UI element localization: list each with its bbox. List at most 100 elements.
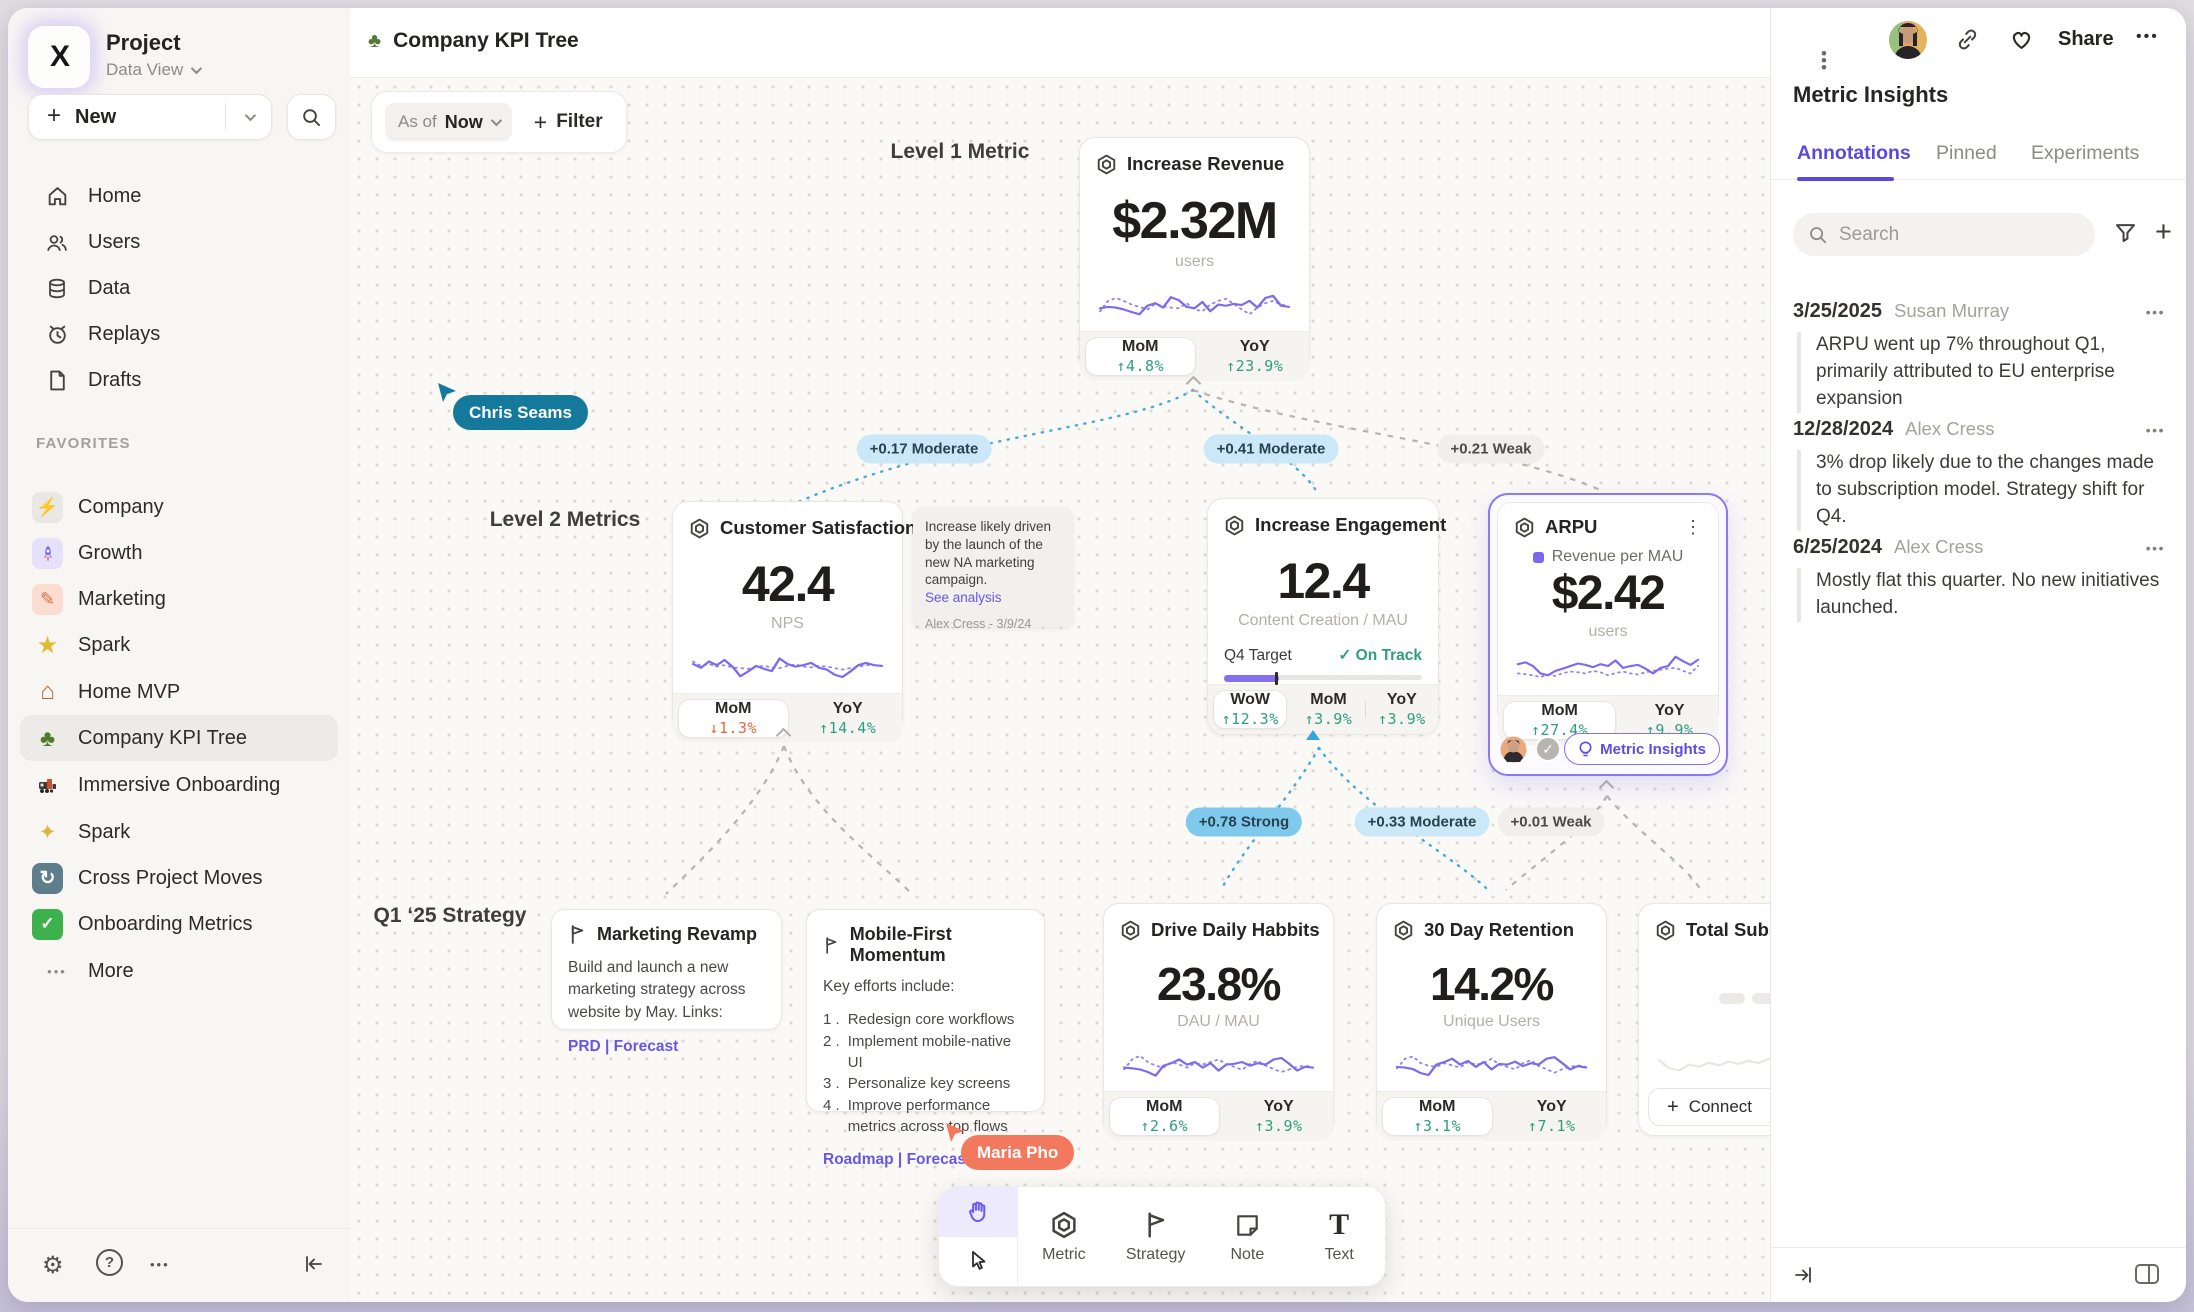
hand-tool-button[interactable] [939, 1187, 1017, 1237]
as-of-dropdown[interactable]: As of Now [385, 103, 512, 141]
sparkline [1514, 645, 1702, 689]
metric-unit: DAU / MAU [1104, 1013, 1333, 1031]
sidebar-item-marketing[interactable]: ✎ Marketing [20, 576, 338, 622]
connection-label[interactable]: +0.21 Weak [1437, 435, 1544, 464]
panel-bottom-bar [1771, 1247, 2186, 1302]
metric-card-30-day-retention[interactable]: 30 Day Retention 14.2% Unique Users MoM↑… [1376, 903, 1607, 1136]
metric-hexagon-icon [1514, 517, 1535, 538]
metric-insights-panel: ••• Metric Insights Annotations Pinned E… [1770, 8, 2186, 1302]
metric-card-arpu-selected[interactable]: ARPU ⋮ Revenue per MAU $2.42 users MoM↑2… [1488, 493, 1728, 776]
note-tool-button[interactable]: Note [1202, 1187, 1294, 1286]
connection-label[interactable]: +0.33 Moderate [1355, 808, 1490, 837]
metric-hexagon-icon [1120, 920, 1141, 941]
strategy-card-mobile-first[interactable]: Mobile-First Momentum Key efforts includ… [806, 909, 1045, 1112]
select-tool-button[interactable] [939, 1237, 1017, 1287]
settings-gear-icon[interactable]: ⚙ [42, 1251, 64, 1280]
card-title: Total Subscriptions [1686, 919, 1770, 941]
metric-card-drive-daily-habbits[interactable]: Drive Daily Habbits 23.8% DAU / MAU MoM↑… [1103, 903, 1334, 1136]
metric-card-increase-engagement[interactable]: Increase Engagement 12.4 Content Creatio… [1207, 498, 1439, 735]
filter-label: Filter [556, 111, 602, 133]
note-link[interactable]: See analysis [925, 590, 1061, 605]
search-icon [1808, 225, 1828, 245]
sidebar-item-users[interactable]: Users [20, 219, 338, 265]
search-input[interactable] [1839, 224, 2059, 246]
annotations-search[interactable] [1793, 213, 2095, 256]
metric-value: 42.4 [673, 555, 902, 613]
chevron-down-icon [491, 115, 502, 126]
metric-value: 23.8% [1104, 957, 1333, 1011]
collaborator-avatar [1500, 736, 1527, 763]
more-options-icon[interactable]: ••• [2136, 28, 2159, 46]
connection-label[interactable]: +0.78 Strong [1186, 808, 1302, 837]
sidebar-item-company[interactable]: ⚡ Company [20, 484, 338, 530]
metric-value: 12.4 [1208, 552, 1438, 610]
sidebar-item-home[interactable]: Home [20, 173, 338, 219]
sidebar-item-onboarding-metrics[interactable]: ✓ Onboarding Metrics [20, 901, 338, 947]
project-view-switcher[interactable]: Data View [106, 60, 199, 80]
connection-label[interactable]: +0.41 Moderate [1204, 435, 1339, 464]
sidebar-item-spark-2[interactable]: ✦ Spark [20, 809, 338, 855]
kpi-tree-canvas[interactable]: As of Now + Filter Level 1 Metric Level … [350, 78, 1770, 1302]
annotation-menu-icon[interactable]: ••• [2146, 304, 2165, 320]
strategy-card-marketing-revamp[interactable]: Marketing Revamp Build and launch a new … [551, 909, 782, 1030]
canvas-note[interactable]: Increase likely driven by the launch of … [913, 507, 1073, 627]
tab-pinned[interactable]: Pinned [1936, 142, 1997, 165]
strategy-tool-button[interactable]: Strategy [1110, 1187, 1202, 1286]
collapse-sidebar-icon[interactable] [300, 1253, 324, 1275]
copy-link-button[interactable] [1954, 26, 1981, 53]
plus-icon: + [47, 102, 61, 130]
split-view-icon[interactable] [2134, 1262, 2160, 1286]
sidebar-item-spark[interactable]: ★ Spark [20, 622, 338, 668]
connect-data-button[interactable]: + Connect [1648, 1088, 1770, 1126]
metric-hexagon-icon [1393, 920, 1414, 941]
filter-funnel-icon[interactable] [2113, 220, 2138, 245]
connection-label[interactable]: +0.01 Weak [1497, 808, 1604, 837]
cursor-tool-icon [966, 1249, 990, 1273]
text-tool-button[interactable]: T Text [1293, 1187, 1385, 1286]
chevron-down-icon [191, 63, 202, 74]
sidebar-item-home-mvp[interactable]: ⌂ Home MVP [20, 669, 338, 715]
filter-button[interactable]: + Filter [534, 109, 603, 136]
new-dropdown-chevron[interactable] [225, 103, 271, 131]
metric-card-total-subscriptions[interactable]: Total Subscriptions + Connect [1638, 903, 1770, 1136]
collapse-panel-icon[interactable] [1793, 1264, 1817, 1286]
strategy-links[interactable]: PRD | Forecast [568, 1038, 765, 1056]
sidebar-item-growth[interactable]: Growth [20, 530, 338, 576]
metric-card-increase-revenue[interactable]: Increase Revenue $2.32M users MoM↑4.8% Y… [1079, 137, 1310, 373]
new-button[interactable]: + New [28, 94, 272, 140]
connection-label[interactable]: +0.17 Moderate [857, 435, 992, 464]
metric-hexagon-icon [1224, 515, 1245, 536]
workspace-logo[interactable]: X [28, 26, 90, 88]
delta-cell: MoM↑4.8% [1085, 337, 1196, 376]
card-menu-icon[interactable]: ⋮ [1684, 522, 1702, 532]
sidebar-item-drafts[interactable]: Drafts [20, 357, 338, 403]
annotation-menu-icon[interactable]: ••• [2146, 540, 2165, 556]
sidebar-item-data[interactable]: Data [20, 265, 338, 311]
share-button[interactable]: Share [2058, 28, 2114, 51]
flag-icon [568, 924, 587, 945]
sparkline [1120, 1041, 1317, 1085]
sidebar-item-replays[interactable]: Replays [20, 311, 338, 357]
metric-card-customer-satisfaction[interactable]: Customer Satisfaction 42.4 NPS MoM↓1.3% … [672, 501, 903, 733]
note-body: Increase likely driven by the launch of … [925, 518, 1061, 589]
metric-value: $2.32M [1080, 191, 1309, 251]
metric-insights-button[interactable]: Metric Insights [1564, 733, 1720, 765]
favorite-button[interactable] [2008, 26, 2035, 53]
user-avatar[interactable] [1888, 20, 1928, 60]
database-icon [44, 277, 70, 300]
annotation-menu-icon[interactable]: ••• [2146, 422, 2165, 438]
ellipsis-icon[interactable]: ••• [150, 1257, 170, 1272]
sidebar-search-button[interactable] [287, 94, 336, 140]
sidebar-item-cross-project-moves[interactable]: ↻ Cross Project Moves [20, 855, 338, 901]
ellipsis-icon: ••• [44, 964, 70, 979]
tab-experiments[interactable]: Experiments [2031, 142, 2139, 165]
sidebar-item-more[interactable]: ••• More [20, 948, 338, 994]
add-annotation-button[interactable]: + [2155, 216, 2172, 249]
sidebar-item-immersive-onboarding[interactable]: Immersive Onboarding [20, 762, 338, 808]
help-icon[interactable]: ? [96, 1249, 123, 1276]
favorites-header: FAVORITES [36, 435, 131, 452]
panel-menu-icon[interactable]: ••• [1821, 50, 1827, 71]
tab-annotations[interactable]: Annotations [1797, 142, 1911, 165]
sidebar-item-company-kpi-tree[interactable]: ♣ Company KPI Tree [20, 715, 338, 761]
metric-tool-button[interactable]: Metric [1018, 1187, 1110, 1286]
